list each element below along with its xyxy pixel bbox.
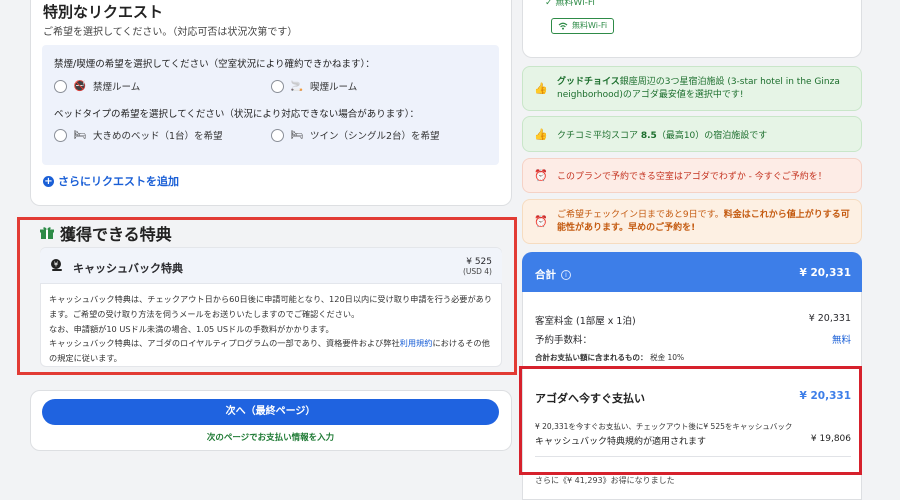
review-text-block: クチコミ平均スコア 8.5（最高10）の宿泊施設です xyxy=(557,128,767,141)
tax-row: 合計お支払い額に含まれるもの： 税金 10% xyxy=(535,352,684,363)
good-choice-bold: グッドチョイス xyxy=(557,76,620,87)
wifi-tag: 無料Wi-Fi xyxy=(551,18,615,34)
bed-question: ベッドタイプの希望を選択してください（状況により対応できない場合があります）： xyxy=(54,109,419,120)
total-label: 合計 xyxy=(535,269,556,281)
pay-now-label: アゴダへ今すぐ支払い xyxy=(535,392,645,405)
cashback-amount-block: ¥ 525 (USD 4) xyxy=(420,257,492,277)
twin-bed-option[interactable]: 🛏 ツイン（シングル2台）を希望 xyxy=(271,128,440,142)
large-bed-option[interactable]: 🛏 大きめのベッド（1台）を希望 xyxy=(54,128,223,142)
svg-text:¥: ¥ xyxy=(54,261,59,269)
booking-fee-value: 無料 xyxy=(831,335,851,346)
non-smoking-radio[interactable] xyxy=(54,79,67,93)
amenity-top-label: 無料Wi-Fi xyxy=(555,0,595,8)
price-warning-a: ご希望チェックイン日まであと9日です。 xyxy=(557,209,724,220)
alarm-clock-icon: ⏰ xyxy=(534,169,548,182)
terms-link[interactable]: 利用規約 xyxy=(400,338,433,348)
tax-label: 合計お支払い額に含まれるもの： xyxy=(535,353,648,362)
cashback-terms-row: キャッシュバック特典規約が適用されます ¥ 19,806 xyxy=(535,434,851,447)
cashback-name: キャッシュバック特典 xyxy=(73,262,183,275)
cashback-desc-line2: なお、申請額が10 USドル未満の場合、1.05 USドルの手数料がかかります。 xyxy=(49,323,334,334)
savings-note: さらに《¥ 41,293》お得になりました xyxy=(535,476,675,485)
large-bed-radio[interactable] xyxy=(54,128,67,142)
benefits-title: 獲得できる特典 xyxy=(60,225,172,244)
thumbs-up-icon: 👍 xyxy=(534,127,548,141)
thumbs-up-icon: 👍 xyxy=(534,82,548,95)
benefits-header: 獲得できる特典 xyxy=(40,221,172,245)
non-smoking-option[interactable]: 🚭 禁煙ルーム xyxy=(54,79,140,93)
special-requests-subtitle: ご希望を選択してください。（対応可否は状況次第です） xyxy=(43,27,298,38)
cashback-terms-value: ¥ 19,806 xyxy=(810,434,851,444)
next-final-page-button[interactable]: 次へ（最終ページ） xyxy=(42,399,499,425)
request-options-box: 禁煙/喫煙の希望を選択してください（空室状況により確約できかねます）： 🚭 禁煙… xyxy=(42,45,499,165)
next-step-note: 次のページでお支払い情報を入力 xyxy=(206,433,335,443)
tax-value: 税金 10% xyxy=(650,353,685,362)
large-bed-label: 大きめのベッド（1台）を希望 xyxy=(93,131,223,142)
cashback-desc-line1: キャッシュバック特典は、チェックアウト日から60日後に申請可能となり、120日以… xyxy=(49,294,493,319)
wifi-icon xyxy=(558,22,568,30)
cashback-description: キャッシュバック特典は、チェックアウト日から60日後に申請可能となり、120日以… xyxy=(49,292,497,366)
add-request-label: さらにリクエストを追加 xyxy=(58,175,179,188)
good-choice-text-block: グッドチョイス銀座周辺の3つ星宿泊施設 (3-star hotel in the… xyxy=(557,76,851,102)
smoking-radio[interactable] xyxy=(271,79,284,93)
cashback-icon: ¥ xyxy=(51,259,62,271)
double-bed-icon: 🛏 xyxy=(73,129,87,141)
review-text-b: （最高10）の宿泊施設です xyxy=(656,130,768,141)
good-choice-alert: 👍 グッドチョイス銀座周辺の3つ星宿泊施設 (3-star hotel in t… xyxy=(522,66,862,111)
smoking-label: 喫煙ルーム xyxy=(310,82,358,93)
last-room-alert: ⏰ このプランで予約できる空室はアゴダでわずか - 今すぐご予約を！ xyxy=(522,158,862,193)
pay-now-value: ¥ 20,331 xyxy=(799,390,851,402)
cashback-usd: (USD 4) xyxy=(462,267,492,276)
twin-bed-label: ツイン（シングル2台）を希望 xyxy=(310,131,440,142)
last-room-text: このプランで予約できる空室はアゴダでわずか - 今すぐご予約を！ xyxy=(557,172,827,182)
booking-fee-row: 予約手数料： 無料 xyxy=(535,332,851,346)
twin-bed-icon: 🛏 xyxy=(290,129,304,141)
price-warning-text-block: ご希望チェックイン日まであと9日です。料金はこれから値上がりする可能性があります… xyxy=(557,209,851,235)
amenity-top-item: ✓ 無料Wi-Fi xyxy=(545,0,595,8)
non-smoking-label: 禁煙ルーム xyxy=(93,82,141,93)
twin-bed-radio[interactable] xyxy=(271,128,284,142)
smoking-option[interactable]: 🚬 喫煙ルーム xyxy=(271,79,357,93)
alarm-clock-icon: ⏰ xyxy=(534,215,548,228)
wifi-tag-label: 無料Wi-Fi xyxy=(572,21,608,30)
room-rate-value: ¥ 20,331 xyxy=(808,313,851,324)
add-request-link[interactable]: + さらにリクエストを追加 xyxy=(43,173,179,189)
special-requests-title: 特別なリクエスト xyxy=(43,3,164,21)
divider xyxy=(535,456,851,457)
gift-icon xyxy=(40,227,54,239)
total-label-block: 合計 i xyxy=(535,267,571,282)
review-score: 8.5 xyxy=(640,130,657,141)
pay-now-note: ¥ 20,331を今すぐお支払い、チェックアウト後に¥ 525をキャッシュバック xyxy=(535,422,793,431)
review-score-alert: 👍 クチコミ平均スコア 8.5（最高10）の宿泊施設です xyxy=(522,116,862,152)
smoking-question: 禁煙/喫煙の希望を選択してください（空室状況により確約できかねます）： xyxy=(54,59,375,70)
cashback-terms-label: キャッシュバック特典規約が適用されます xyxy=(535,437,707,447)
room-rate-row: 客室料金 (1部屋 x 1泊) ¥ 20,331 xyxy=(535,313,851,327)
cashback-amount: ¥ 525 xyxy=(466,257,492,267)
review-text-a: クチコミ平均スコア xyxy=(557,130,641,141)
total-value: ¥ 20,331 xyxy=(799,267,851,279)
room-rate-label: 客室料金 (1部屋 x 1泊) xyxy=(535,316,636,327)
booking-fee-label: 予約手数料： xyxy=(535,335,593,346)
plus-circle-icon: + xyxy=(43,175,54,187)
smoking-icon: 🚬 xyxy=(290,80,304,92)
cashback-desc-line3: キャッシュバック特典は、アゴダのロイヤルティプログラムの一部であり、資格要件およ… xyxy=(49,336,497,366)
info-icon[interactable]: i xyxy=(561,269,571,280)
no-smoking-icon: 🚭 xyxy=(73,80,87,92)
price-warning-alert: ⏰ ご希望チェックイン日まであと9日です。料金はこれから値上がりする可能性があり… xyxy=(522,199,862,244)
cashback-desc-line3a: キャッシュバック特典は、アゴダのロイヤルティプログラムの一部であり、資格要件およ… xyxy=(49,338,400,349)
